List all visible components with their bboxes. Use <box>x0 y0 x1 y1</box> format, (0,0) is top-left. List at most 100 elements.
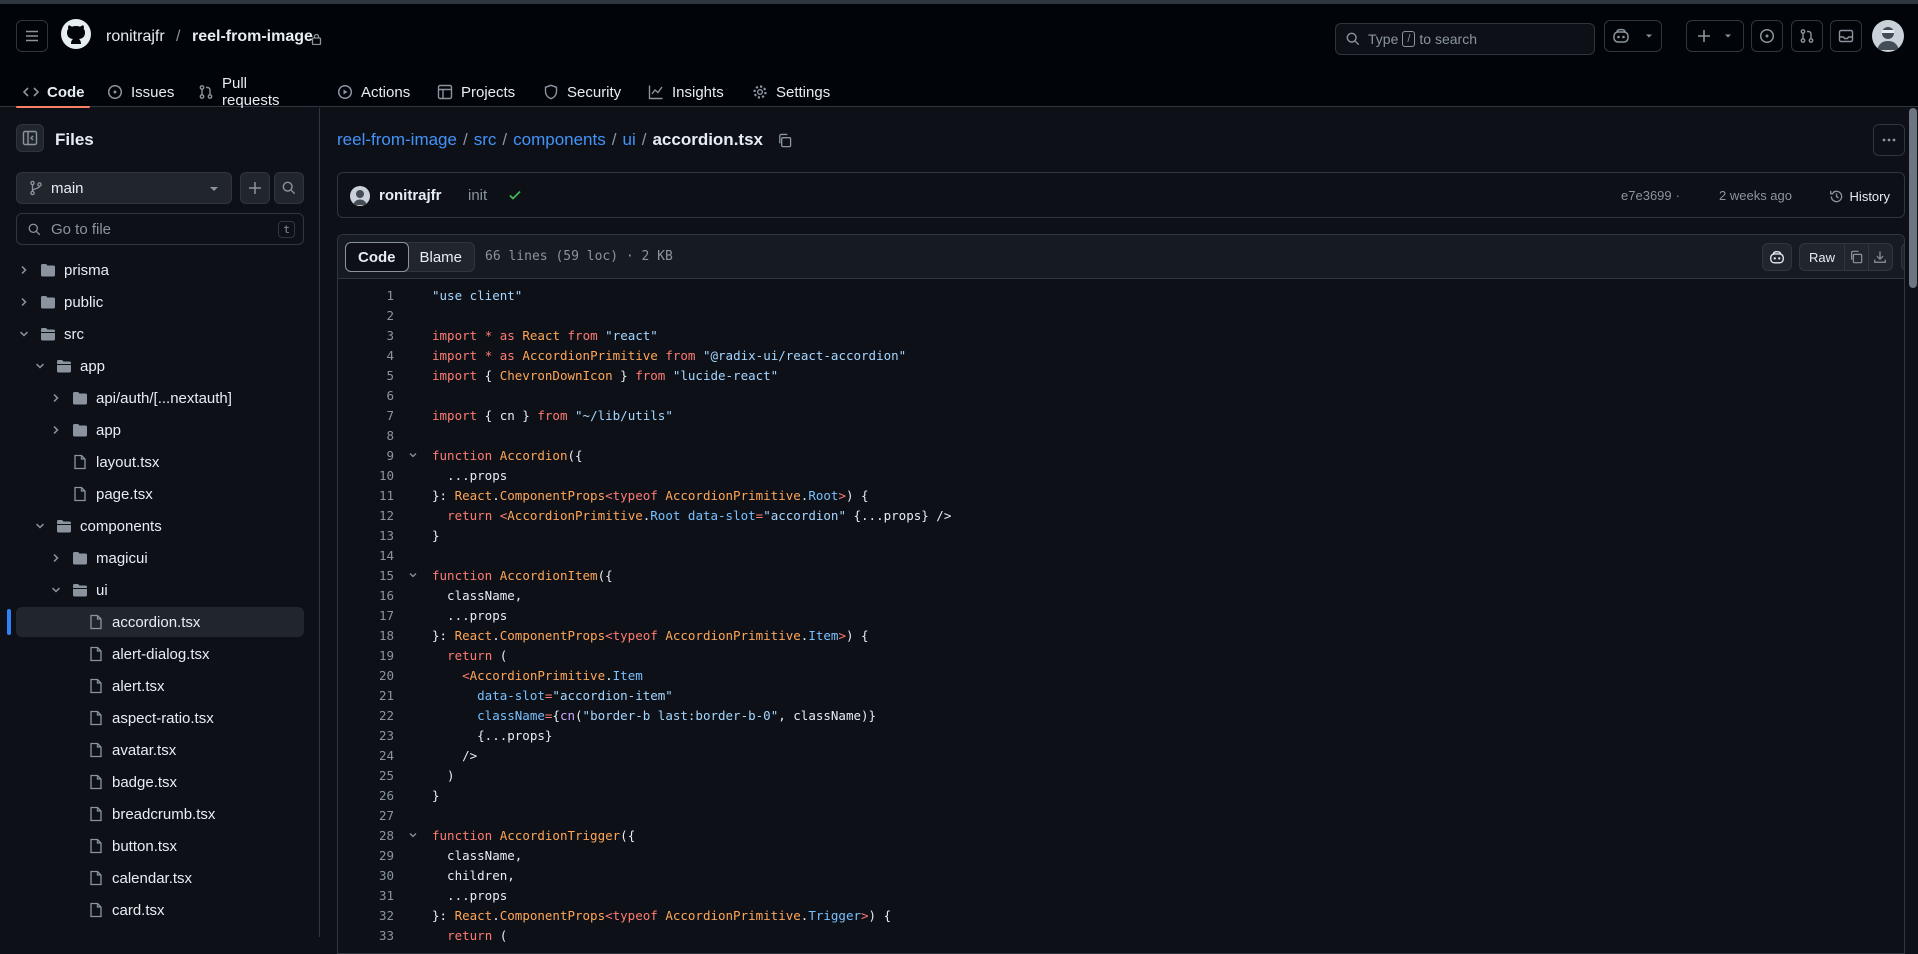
tree-file[interactable]: card.tsx <box>16 895 304 925</box>
raw-button[interactable]: Raw <box>1800 244 1846 270</box>
tree-file[interactable]: layout.tsx <box>16 447 304 477</box>
line-number[interactable]: 19 <box>338 648 394 663</box>
check-icon[interactable] <box>508 188 522 205</box>
line-number[interactable]: 28 <box>338 828 394 843</box>
branch-selector[interactable]: main <box>16 172 232 204</box>
commit-author[interactable]: ronitrajfr <box>379 187 442 204</box>
repo-link[interactable]: reel-from-image <box>192 28 313 46</box>
tree-file[interactable]: accordion.tsx <box>16 607 304 637</box>
tree-folder[interactable]: app <box>16 415 304 445</box>
tab-actions[interactable]: Actions <box>337 72 410 112</box>
line-number[interactable]: 2 <box>338 308 394 323</box>
chevron-down-icon[interactable] <box>32 360 48 372</box>
chevron-down-icon[interactable] <box>48 584 64 596</box>
scrollbar-thumb[interactable] <box>1909 108 1917 288</box>
tree-folder[interactable]: magicui <box>16 543 304 573</box>
search-input[interactable]: Type / to search <box>1335 23 1595 55</box>
tree-file[interactable]: breadcrumb.tsx <box>16 799 304 829</box>
tree-folder[interactable]: app <box>16 351 304 381</box>
tree-file[interactable]: avatar.tsx <box>16 735 304 765</box>
breadcrumb-link-components[interactable]: components <box>513 130 606 150</box>
code-tab[interactable]: Code <box>345 242 409 272</box>
line-number[interactable]: 20 <box>338 668 394 683</box>
line-number[interactable]: 10 <box>338 468 394 483</box>
line-number[interactable]: 4 <box>338 348 394 363</box>
line-number[interactable]: 8 <box>338 428 394 443</box>
chevron-right-icon[interactable] <box>16 296 32 308</box>
tab-projects[interactable]: Projects <box>437 72 515 112</box>
chevron-right-icon[interactable] <box>16 264 32 276</box>
tree-file[interactable]: calendar.tsx <box>16 863 304 893</box>
line-number[interactable]: 30 <box>338 868 394 883</box>
chevron-down-icon[interactable] <box>32 520 48 532</box>
line-number[interactable]: 21 <box>338 688 394 703</box>
line-number[interactable]: 29 <box>338 848 394 863</box>
owner-link[interactable]: ronitrajfr <box>106 28 165 46</box>
go-to-file-input[interactable]: Go to file t <box>16 213 304 245</box>
pull-requests-button[interactable] <box>1791 20 1823 52</box>
line-number[interactable]: 26 <box>338 788 394 803</box>
chevron-right-icon[interactable] <box>48 552 64 564</box>
tab-pull-requests[interactable]: Pull requests <box>198 72 280 112</box>
breadcrumb-link-src[interactable]: src <box>474 130 497 150</box>
chevron-down-icon[interactable] <box>16 328 32 340</box>
line-number[interactable]: 16 <box>338 588 394 603</box>
line-number[interactable]: 23 <box>338 728 394 743</box>
tree-file[interactable]: page.tsx <box>16 479 304 509</box>
chevron-right-icon[interactable] <box>48 424 64 436</box>
line-number[interactable]: 18 <box>338 628 394 643</box>
line-number[interactable]: 13 <box>338 528 394 543</box>
more-options-button[interactable] <box>1873 124 1905 156</box>
line-number[interactable]: 24 <box>338 748 394 763</box>
commit-author-avatar[interactable] <box>350 186 370 206</box>
tree-file[interactable]: alert-dialog.tsx <box>16 639 304 669</box>
line-number[interactable]: 14 <box>338 548 394 563</box>
tree-file[interactable]: badge.tsx <box>16 767 304 797</box>
line-number[interactable]: 5 <box>338 368 394 383</box>
line-number[interactable]: 15 <box>338 568 394 583</box>
github-logo-icon[interactable] <box>60 18 92 53</box>
avatar[interactable] <box>1872 20 1904 52</box>
page-scrollbar[interactable] <box>1908 108 1918 937</box>
fold-chevron-icon[interactable] <box>394 570 432 580</box>
copy-raw-icon[interactable] <box>1845 244 1869 270</box>
line-number[interactable]: 31 <box>338 888 394 903</box>
line-number[interactable]: 12 <box>338 508 394 523</box>
tab-issues[interactable]: Issues <box>107 72 174 112</box>
fold-chevron-icon[interactable] <box>394 450 432 460</box>
line-number[interactable]: 11 <box>338 488 394 503</box>
line-number[interactable]: 1 <box>338 288 394 303</box>
copilot-button[interactable] <box>1604 20 1662 52</box>
line-number[interactable]: 3 <box>338 328 394 343</box>
tree-file[interactable]: aspect-ratio.tsx <box>16 703 304 733</box>
line-number[interactable]: 22 <box>338 708 394 723</box>
collapse-sidebar-button[interactable] <box>16 124 44 152</box>
commit-message[interactable]: init <box>468 187 487 204</box>
pencil-icon[interactable] <box>1902 244 1904 270</box>
tree-folder[interactable]: ui <box>16 575 304 605</box>
tree-folder[interactable]: public <box>16 287 304 317</box>
line-number[interactable]: 9 <box>338 448 394 463</box>
copy-path-icon[interactable] <box>777 133 792 148</box>
breadcrumb-link-repo[interactable]: reel-from-image <box>337 130 457 150</box>
copilot-ask-button[interactable] <box>1762 243 1792 271</box>
tree-folder[interactable]: src <box>16 319 304 349</box>
search-files-button[interactable] <box>274 172 304 204</box>
tab-security[interactable]: Security <box>543 72 621 112</box>
line-number[interactable]: 27 <box>338 808 394 823</box>
history-button[interactable]: History <box>1823 182 1896 210</box>
chevron-right-icon[interactable] <box>48 392 64 404</box>
issues-button[interactable] <box>1751 20 1783 52</box>
fold-chevron-icon[interactable] <box>394 830 432 840</box>
tree-file[interactable]: alert.tsx <box>16 671 304 701</box>
tree-folder[interactable]: api/auth/[...nextauth] <box>16 383 304 413</box>
blame-tab[interactable]: Blame <box>408 243 475 271</box>
commit-sha[interactable]: e7e3699 <box>1621 188 1672 203</box>
tree-folder[interactable]: prisma <box>16 255 304 285</box>
create-new-button[interactable] <box>1686 20 1744 52</box>
tab-settings[interactable]: Settings <box>752 72 830 112</box>
line-number[interactable]: 6 <box>338 388 394 403</box>
tab-insights[interactable]: Insights <box>648 72 724 112</box>
add-file-button[interactable] <box>240 172 270 204</box>
line-number[interactable]: 7 <box>338 408 394 423</box>
